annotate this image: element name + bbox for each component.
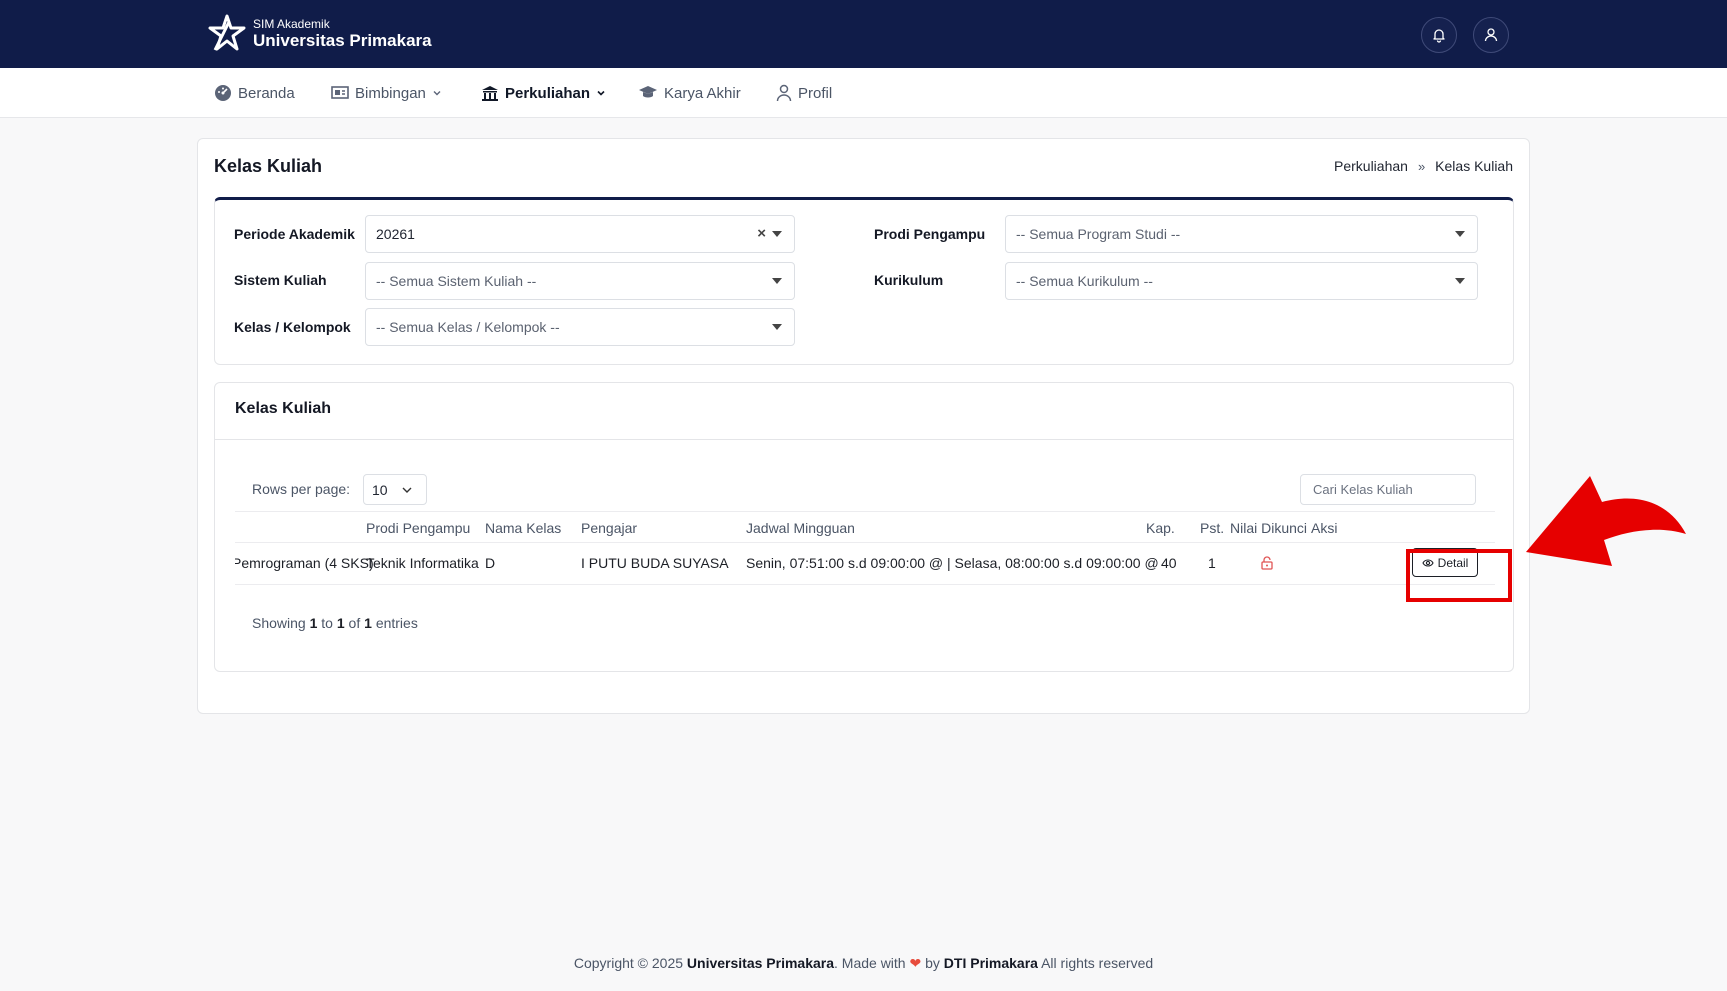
column-header-kapasitas[interactable]: Kap. [1146,520,1175,536]
breadcrumb-item-perkuliahan[interactable]: Perkuliahan [1334,158,1408,174]
cell-prodi: Teknik Informatika [366,555,479,571]
caret-down-icon [1455,231,1465,237]
nav-label: Perkuliahan [505,84,591,102]
nav-label: Profil [798,84,833,102]
main-nav: Beranda Bimbingan Perkuliahan Karya Akhi… [0,68,1727,118]
showing-to-word: to [321,615,333,631]
showing-suffix: entries [375,615,418,631]
brand-name: Universitas Primakara [253,31,432,50]
kelas-select[interactable]: -- Semua Kelas / Kelompok -- [365,308,795,346]
footer-by: by [925,955,940,971]
rows-per-page-value: 10 [372,481,388,498]
column-header-nilai-dikunci[interactable]: Nilai Dikunci [1230,520,1307,536]
caret-down-icon [772,324,782,330]
footer-org[interactable]: Universitas Primakara [687,955,834,971]
column-header-nama-kelas[interactable]: Nama Kelas [485,520,561,536]
table-row: Pemrograman (4 SKS) Teknik Informatika D… [235,543,1495,585]
footer-team[interactable]: DTI Primakara [944,955,1038,971]
board-icon [331,86,349,99]
showing-to: 1 [336,615,345,631]
account-button[interactable] [1473,17,1509,53]
showing-from: 1 [309,615,318,631]
prodi-select[interactable]: -- Semua Program Studi -- [1005,215,1478,253]
notification-button[interactable] [1421,17,1457,53]
caret-down-icon [772,231,782,237]
chevron-down-icon [433,91,441,96]
nav-item-profil[interactable]: Profil [776,68,832,118]
breadcrumb-separator: » [1417,158,1426,174]
unlock-icon [1261,556,1273,570]
sistem-value: -- Semua Sistem Kuliah -- [376,273,537,289]
table-header: Prodi Pengampu Nama Kelas Pengajar Jadwa… [235,511,1495,543]
showing-of-word: of [348,615,361,631]
table-title: Kelas Kuliah [235,400,332,417]
kelas-table-card: Kelas Kuliah Rows per page: 10 Prodi Pen… [214,382,1514,672]
bell-icon [1433,29,1445,43]
cell-kapasitas: 40 [1161,555,1177,571]
rows-per-page-label: Rows per page: [252,481,351,497]
cell-nama-kelas: D [485,555,496,571]
breadcrumb: Perkuliahan » Kelas Kuliah [1334,158,1513,174]
cell-peserta: 1 [1208,555,1216,571]
heart-icon: ❤ [909,955,922,971]
column-header-pengajar[interactable]: Pengajar [581,520,637,536]
chevron-down-icon [597,90,605,96]
main-card: Kelas Kuliah Perkuliahan » Kelas Kuliah … [197,138,1530,714]
periode-value: 20261 [376,226,415,242]
kelas-label: Kelas / Kelompok [234,319,351,335]
user-icon [776,84,792,102]
nav-item-perkuliahan[interactable]: Perkuliahan [481,68,606,118]
footer-made-with: . Made with [834,955,906,971]
column-header-prodi[interactable]: Prodi Pengampu [366,520,470,536]
breadcrumb-item-current: Kelas Kuliah [1435,158,1513,174]
kurikulum-value: -- Semua Kurikulum -- [1016,273,1153,289]
prodi-label: Prodi Pengampu [874,226,986,242]
nav-label: Beranda [238,84,295,102]
prodi-value: -- Semua Program Studi -- [1016,226,1181,242]
gauge-icon [215,85,231,101]
filter-panel: Periode Akademik 20261 × Sistem Kuliah -… [214,197,1514,365]
caret-down-icon [772,278,782,284]
highlight-box [1406,549,1512,602]
caret-down-icon [1455,278,1465,284]
page-title: Kelas Kuliah [214,156,323,176]
red-arrow-icon [1526,476,1686,566]
cell-mata-kuliah: Pemrograman (4 SKS) [235,555,374,571]
nav-item-beranda[interactable]: Beranda [214,68,295,118]
search-input[interactable] [1300,474,1476,505]
kurikulum-select[interactable]: -- Semua Kurikulum -- [1005,262,1478,300]
rows-per-page-select[interactable]: 10 [363,474,427,505]
footer-rights: All rights reserved [1041,955,1154,971]
divider [215,439,1513,440]
graduation-cap-icon [639,86,657,98]
university-icon [482,86,498,101]
brand-subtitle: SIM Akademik [253,17,330,31]
top-header: SIM Akademik Universitas Primakara [0,0,1727,68]
periode-select[interactable]: 20261 × [365,215,795,253]
kelas-value: -- Semua Kelas / Kelompok -- [376,319,560,335]
primakara-logo-icon [208,14,246,51]
user-icon [1484,28,1498,42]
pagination-info: Showing 1 to 1 of 1 entries [252,615,418,631]
sistem-label: Sistem Kuliah [234,272,327,288]
footer-copyright: Copyright © 2025 [573,955,684,971]
showing-total: 1 [364,615,372,631]
column-header-aksi: Aksi [1311,520,1338,536]
showing-prefix: Showing [252,615,306,631]
nav-label: Bimbingan [355,84,426,102]
sistem-select[interactable]: -- Semua Sistem Kuliah -- [365,262,795,300]
column-header-peserta[interactable]: Pst. [1200,520,1224,536]
periode-label: Periode Akademik [234,226,355,242]
brand[interactable]: SIM Akademik Universitas Primakara [207,14,432,54]
footer: Copyright © 2025 Universitas Primakara. … [0,955,1727,972]
nav-item-bimbingan[interactable]: Bimbingan [331,68,442,118]
chevron-down-icon [402,487,412,493]
nav-item-karya-akhir[interactable]: Karya Akhir [638,68,741,118]
cell-jadwal: Senin, 07:51:00 s.d 09:00:00 @ | Selasa,… [746,555,1159,571]
cell-pengajar: I PUTU BUDA SUYASA [581,555,729,571]
clear-icon[interactable]: × [757,225,766,242]
kurikulum-label: Kurikulum [874,272,944,288]
nav-label: Karya Akhir [664,84,741,102]
column-header-jadwal[interactable]: Jadwal Mingguan [746,520,855,536]
